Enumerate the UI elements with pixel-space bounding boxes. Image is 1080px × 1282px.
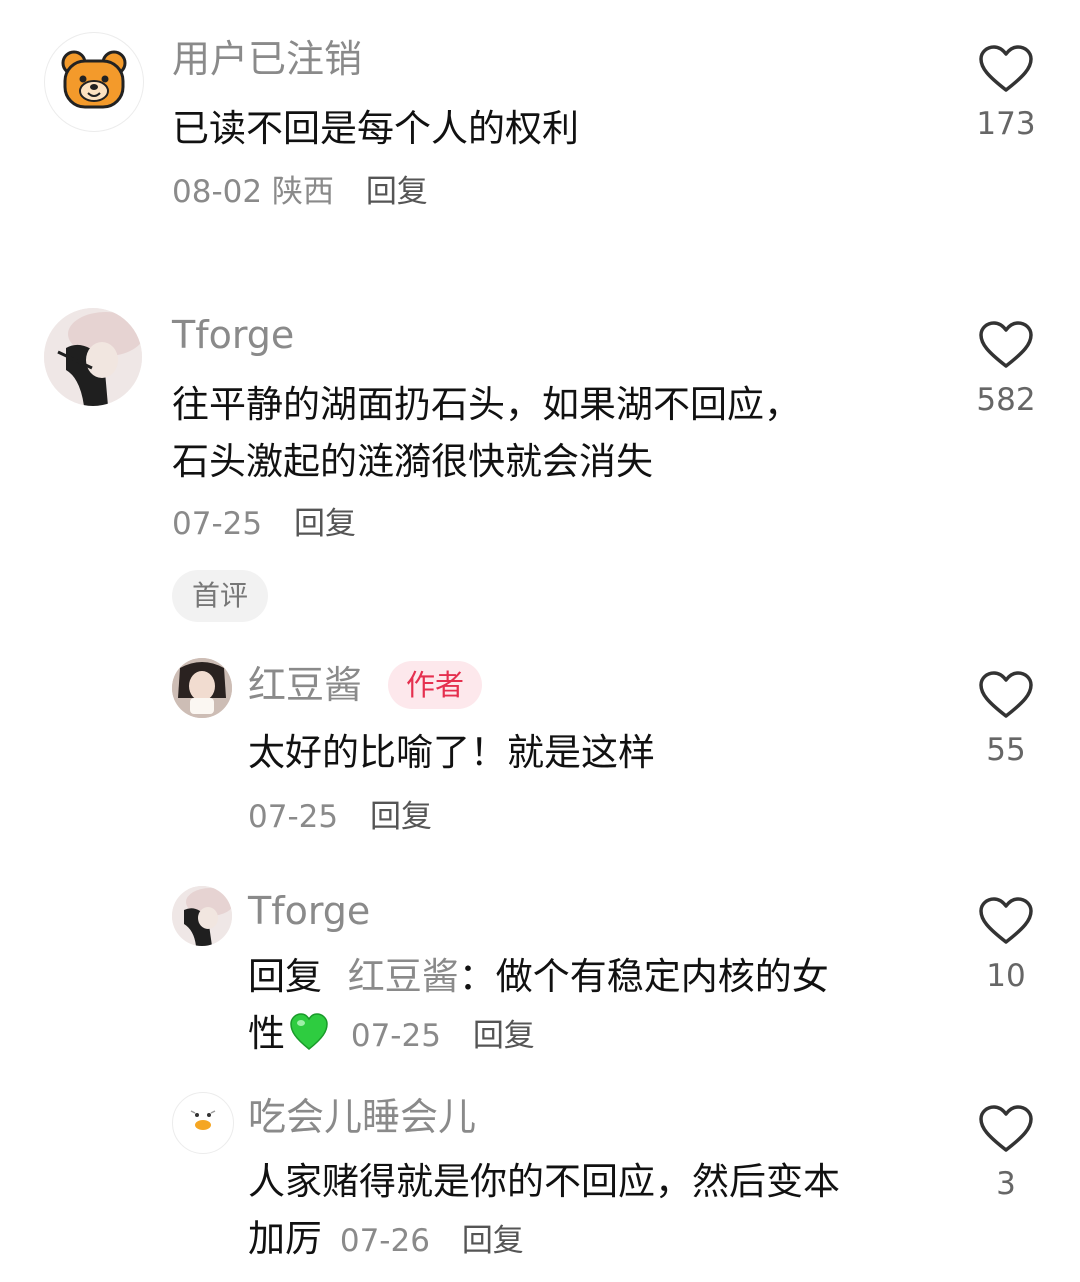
comment-location: 陕西 [271, 174, 334, 210]
comment-text-line-1: 往平静的湖面扔石头，如果湖不回应， [172, 383, 801, 426]
reply-to-user[interactable]: 红豆酱 [348, 955, 459, 998]
like-count: 582 [976, 382, 1036, 418]
comment-date: 07-25 [172, 506, 263, 542]
heart-outline-icon [979, 897, 1033, 944]
reply-username[interactable]: Tforge [248, 888, 370, 934]
avatar[interactable] [172, 1092, 234, 1154]
comment-meta: 07-25 回复 [172, 504, 356, 544]
reply-text-line-2: 加厉 07-26 回复 [248, 1210, 524, 1267]
portrait-avatar-icon [172, 658, 232, 718]
avatar[interactable] [44, 32, 144, 132]
like-count: 10 [986, 958, 1026, 994]
avatar[interactable] [172, 886, 232, 946]
green-heart-emoji-icon [290, 1013, 328, 1050]
comment-meta: 08-02 陕西 回复 [172, 172, 428, 212]
reply-text-line-2: 性 07-25 回复 [248, 1005, 535, 1062]
like-button[interactable]: 55 [956, 670, 1056, 770]
duck-avatar-icon [190, 1110, 216, 1130]
comment-text: 已读不回是每个人的权利 [172, 107, 579, 150]
reply-button[interactable]: 回复 [473, 1018, 535, 1054]
reply-text-tail: 性 [248, 1012, 285, 1055]
like-button[interactable]: 3 [956, 1104, 1056, 1204]
reply-username[interactable]: 吃会儿睡会儿 [248, 1094, 476, 1140]
reply-text: 太好的比喻了！就是这样 [248, 731, 655, 774]
reply-colon: ： [458, 955, 496, 998]
like-button[interactable]: 173 [956, 44, 1056, 144]
avatar[interactable] [44, 308, 142, 406]
reply-text-line-1: 回复 红豆酱：做个有稳定内核的女 [248, 948, 829, 1005]
reply-button[interactable]: 回复 [366, 174, 428, 210]
comment-text-line-2: 石头激起的涟漪很快就会消失 [172, 440, 653, 483]
reply-date: 07-26 [339, 1223, 430, 1259]
reply-date: 07-25 [248, 799, 339, 835]
like-count: 173 [976, 106, 1036, 142]
heart-outline-icon [979, 1105, 1033, 1152]
like-button[interactable]: 582 [956, 320, 1056, 420]
avatar[interactable] [172, 658, 232, 718]
like-count: 3 [996, 1166, 1016, 1202]
heart-outline-icon [979, 45, 1033, 92]
reply-text-tail: 加厉 [248, 1217, 322, 1260]
comment-date: 08-02 [172, 174, 263, 210]
reply-button[interactable]: 回复 [462, 1223, 524, 1259]
portrait-avatar-icon [44, 308, 142, 406]
reply-text: 做个有稳定内核的女 [495, 955, 829, 998]
reply-text-line-1: 人家赌得就是你的不回应，然后变本 [248, 1160, 840, 1203]
author-badge: 作者 [388, 661, 483, 709]
reply-username[interactable]: 红豆酱 [248, 662, 362, 708]
first-comment-tag: 首评 [172, 570, 269, 622]
portrait-avatar-icon [172, 886, 232, 946]
reply-prefix: 回复 [248, 955, 322, 998]
reply-date: 07-25 [350, 1018, 441, 1054]
reply-meta: 07-25 回复 [248, 797, 432, 837]
comment-username[interactable]: 用户已注销 [172, 36, 362, 82]
reply-button[interactable]: 回复 [370, 799, 432, 835]
comment-username[interactable]: Tforge [172, 312, 294, 358]
bear-avatar-icon [61, 50, 127, 109]
like-button[interactable]: 10 [956, 896, 1056, 996]
heart-outline-icon [979, 321, 1033, 368]
heart-outline-icon [979, 671, 1033, 718]
like-count: 55 [986, 732, 1026, 768]
reply-button[interactable]: 回复 [294, 506, 356, 542]
